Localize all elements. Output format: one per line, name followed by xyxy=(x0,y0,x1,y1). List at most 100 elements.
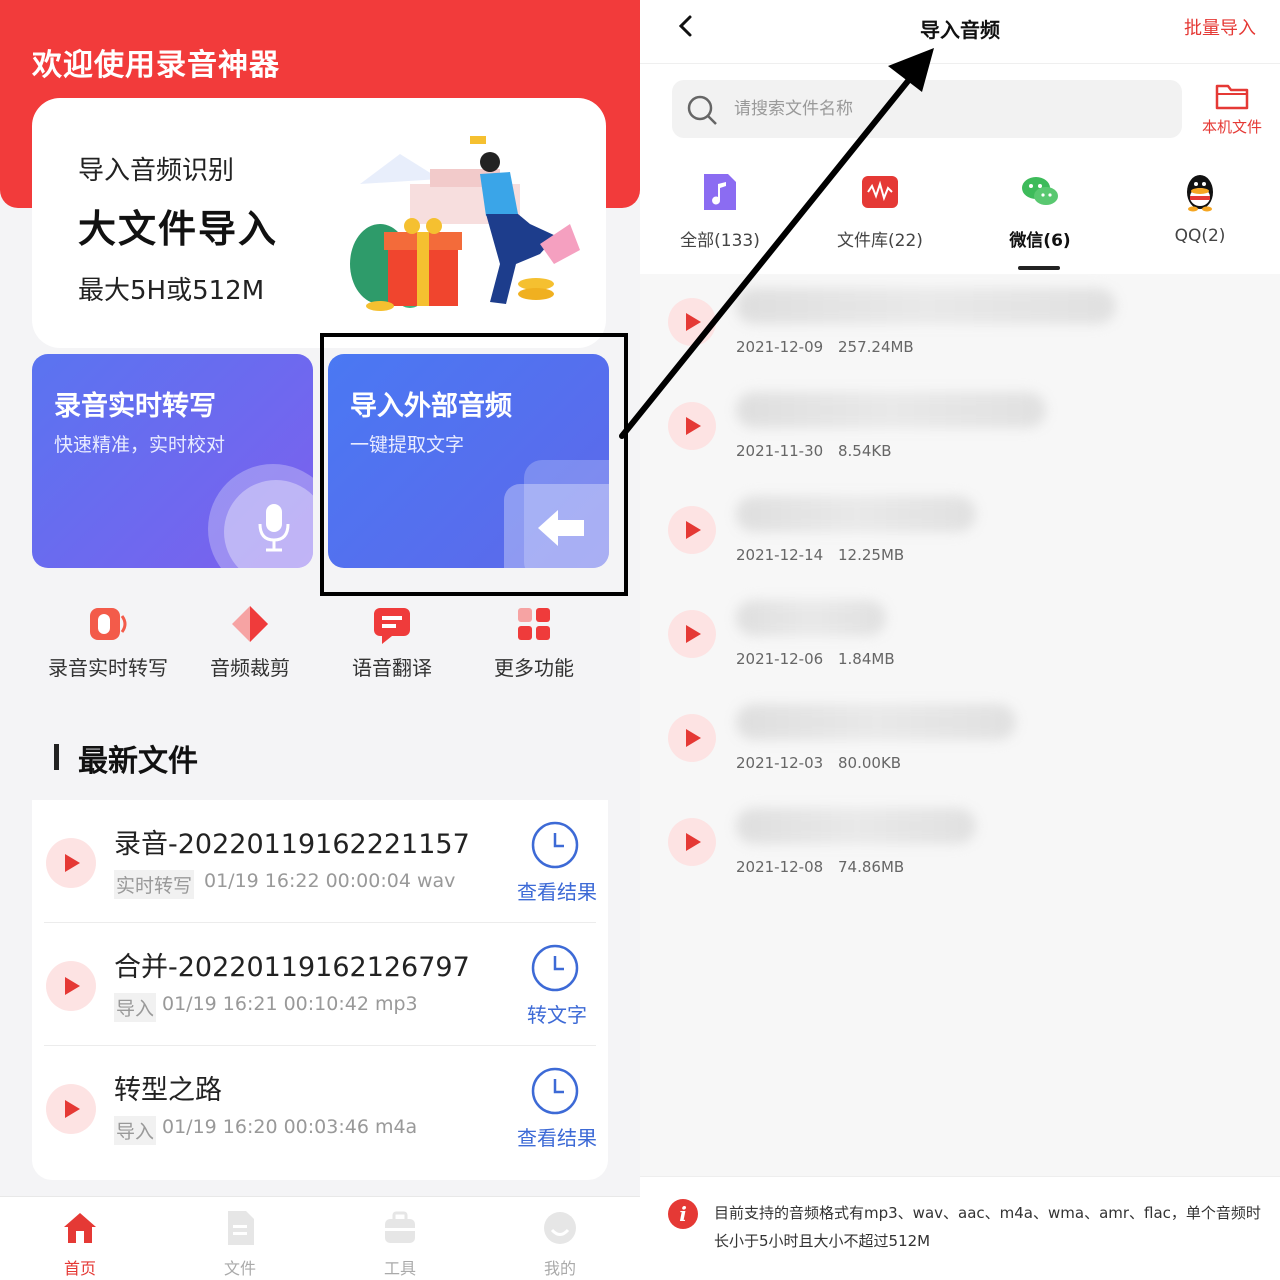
search-input[interactable] xyxy=(734,94,1154,124)
more-features-icon xyxy=(518,608,550,640)
home-screen: 欢迎使用录音神器 导入音频识别 大文件导入 最大5H或512M 录音实时转写 快… xyxy=(0,0,640,1280)
top-bar: 导入音频 批量导入 xyxy=(640,0,1280,64)
folder-icon xyxy=(1215,84,1249,110)
play-icon xyxy=(686,313,701,331)
tab-label: 全部(133) xyxy=(680,231,760,251)
nav-label: 文件 xyxy=(223,1259,256,1278)
toolbox-icon xyxy=(385,1211,415,1243)
file-date: 2021-12-14 xyxy=(736,546,824,564)
gift-illustration-icon xyxy=(350,136,580,311)
file-date: 2021-12-03 xyxy=(736,754,824,772)
play-icon xyxy=(686,417,701,435)
file-date: 2021-11-30 xyxy=(736,442,824,460)
audio-item[interactable]: 2021-12-09 257.24MB xyxy=(640,274,1280,378)
play-button[interactable] xyxy=(668,506,716,554)
view-result-button[interactable]: 查看结果 xyxy=(502,876,612,905)
highlight-frame xyxy=(320,333,628,596)
play-button[interactable] xyxy=(668,298,716,346)
tool-row: 录音实时转写 音频裁剪 语音翻译 更多功能 xyxy=(32,596,608,686)
search-area: 本机文件 xyxy=(640,64,1280,148)
search-icon xyxy=(687,95,717,125)
audio-item[interactable]: 2021-12-06 1.84MB xyxy=(640,586,1280,690)
file-size: 8.54KB xyxy=(838,442,892,460)
blurred-file-name xyxy=(736,392,1046,428)
play-icon xyxy=(65,854,80,872)
audio-item[interactable]: 2021-12-03 80.00KB xyxy=(640,690,1280,794)
transcribe-button[interactable]: 转文字 xyxy=(502,999,612,1028)
record-transcribe-icon xyxy=(90,608,127,640)
microphone-icon xyxy=(258,504,290,552)
clock-icon xyxy=(531,821,579,869)
play-button[interactable] xyxy=(668,714,716,762)
section-bar xyxy=(54,744,59,770)
tab-label: QQ(2) xyxy=(1174,226,1226,246)
hero-line-3: 最大5H或512M xyxy=(78,276,265,306)
file-name: 合并-20220119162126797 xyxy=(114,952,470,983)
tab-label: 文件库(22) xyxy=(837,231,923,251)
category-tabs: 全部(133) 文件库(22) 微信(6) QQ(2) xyxy=(640,148,1280,274)
file-size: 80.00KB xyxy=(838,754,902,772)
home-icon xyxy=(64,1213,96,1243)
file-size: 74.86MB xyxy=(838,858,905,876)
realtime-transcribe-card[interactable]: 录音实时转写 快速精准，实时校对 xyxy=(32,354,313,568)
audio-item[interactable]: 2021-12-08 74.86MB xyxy=(640,794,1280,898)
active-tab-indicator xyxy=(1018,266,1060,270)
play-icon xyxy=(65,1100,80,1118)
file-tag: 导入 xyxy=(114,1116,157,1145)
file-meta: 01/19 16:20 00:03:46 m4a xyxy=(162,1116,418,1138)
music-note-icon xyxy=(704,174,736,210)
search-box[interactable] xyxy=(672,80,1182,138)
info-icon: i xyxy=(668,1199,698,1229)
section-title: 最新文件 xyxy=(78,744,198,779)
nav-label: 我的 xyxy=(543,1259,576,1278)
play-icon xyxy=(686,833,701,851)
file-tag: 导入 xyxy=(114,993,157,1022)
tool-label: 录音实时转写 xyxy=(48,656,168,680)
recent-files-list: 录音-20220119162221157 实时转写 01/19 16:22 00… xyxy=(32,800,608,1180)
nav-label: 工具 xyxy=(383,1259,416,1278)
play-button[interactable] xyxy=(46,1084,96,1134)
batch-import-button[interactable]: 批量导入 xyxy=(1184,14,1256,40)
clock-icon xyxy=(531,1067,579,1115)
play-button[interactable] xyxy=(668,818,716,866)
audio-cut-icon xyxy=(232,606,268,642)
file-library-icon xyxy=(862,176,898,208)
file-meta: 01/19 16:22 00:00:04 wav xyxy=(204,870,456,892)
play-icon xyxy=(686,625,701,643)
view-result-button[interactable]: 查看结果 xyxy=(502,1122,612,1151)
file-meta: 01/19 16:21 00:10:42 mp3 xyxy=(162,993,418,1015)
wechat-icon xyxy=(1022,177,1058,205)
play-button[interactable] xyxy=(46,838,96,888)
tool-label: 语音翻译 xyxy=(352,656,432,680)
file-row[interactable]: 合并-20220119162126797 导入 01/19 16:21 00:1… xyxy=(32,923,608,1046)
audio-item[interactable]: 2021-11-30 8.54KB xyxy=(640,378,1280,482)
play-button[interactable] xyxy=(668,402,716,450)
blurred-file-name xyxy=(736,704,1016,740)
play-icon xyxy=(686,729,701,747)
play-button[interactable] xyxy=(46,961,96,1011)
bottom-nav: 首页 文件 工具 我的 xyxy=(0,1196,640,1280)
play-icon xyxy=(686,521,701,539)
card-subtitle: 快速精准，实时校对 xyxy=(54,434,226,456)
hero-line-1: 导入音频识别 xyxy=(78,156,235,186)
audio-file-list: 2021-12-09 257.24MB 2021-11-30 8.54KB 20… xyxy=(640,274,1280,914)
notice-text: 目前支持的音频格式有mp3、wav、aac、m4a、wma、amr、flac，单… xyxy=(714,1204,1261,1250)
file-tag: 实时转写 xyxy=(114,870,195,899)
blurred-file-name xyxy=(736,496,976,532)
file-name: 转型之路 xyxy=(114,1075,222,1106)
file-size: 1.84MB xyxy=(838,650,895,668)
file-row[interactable]: 录音-20220119162221157 实时转写 01/19 16:22 00… xyxy=(32,800,608,923)
audio-item[interactable]: 2021-12-14 12.25MB xyxy=(640,482,1280,586)
file-icon xyxy=(228,1211,254,1245)
format-notice: i 目前支持的音频格式有mp3、wav、aac、m4a、wma、amr、flac… xyxy=(640,1176,1280,1280)
hero-card[interactable]: 导入音频识别 大文件导入 最大5H或512M xyxy=(32,98,606,348)
blurred-file-name xyxy=(736,288,1116,324)
play-icon xyxy=(65,977,80,995)
tab-label: 微信(6) xyxy=(1009,231,1071,251)
voice-translate-icon xyxy=(374,608,410,644)
file-size: 12.25MB xyxy=(838,546,905,564)
file-date: 2021-12-09 xyxy=(736,338,824,356)
play-button[interactable] xyxy=(668,610,716,658)
hero-line-2: 大文件导入 xyxy=(78,207,279,251)
file-row[interactable]: 转型之路 导入 01/19 16:20 00:03:46 m4a 查看结果 xyxy=(32,1046,608,1169)
